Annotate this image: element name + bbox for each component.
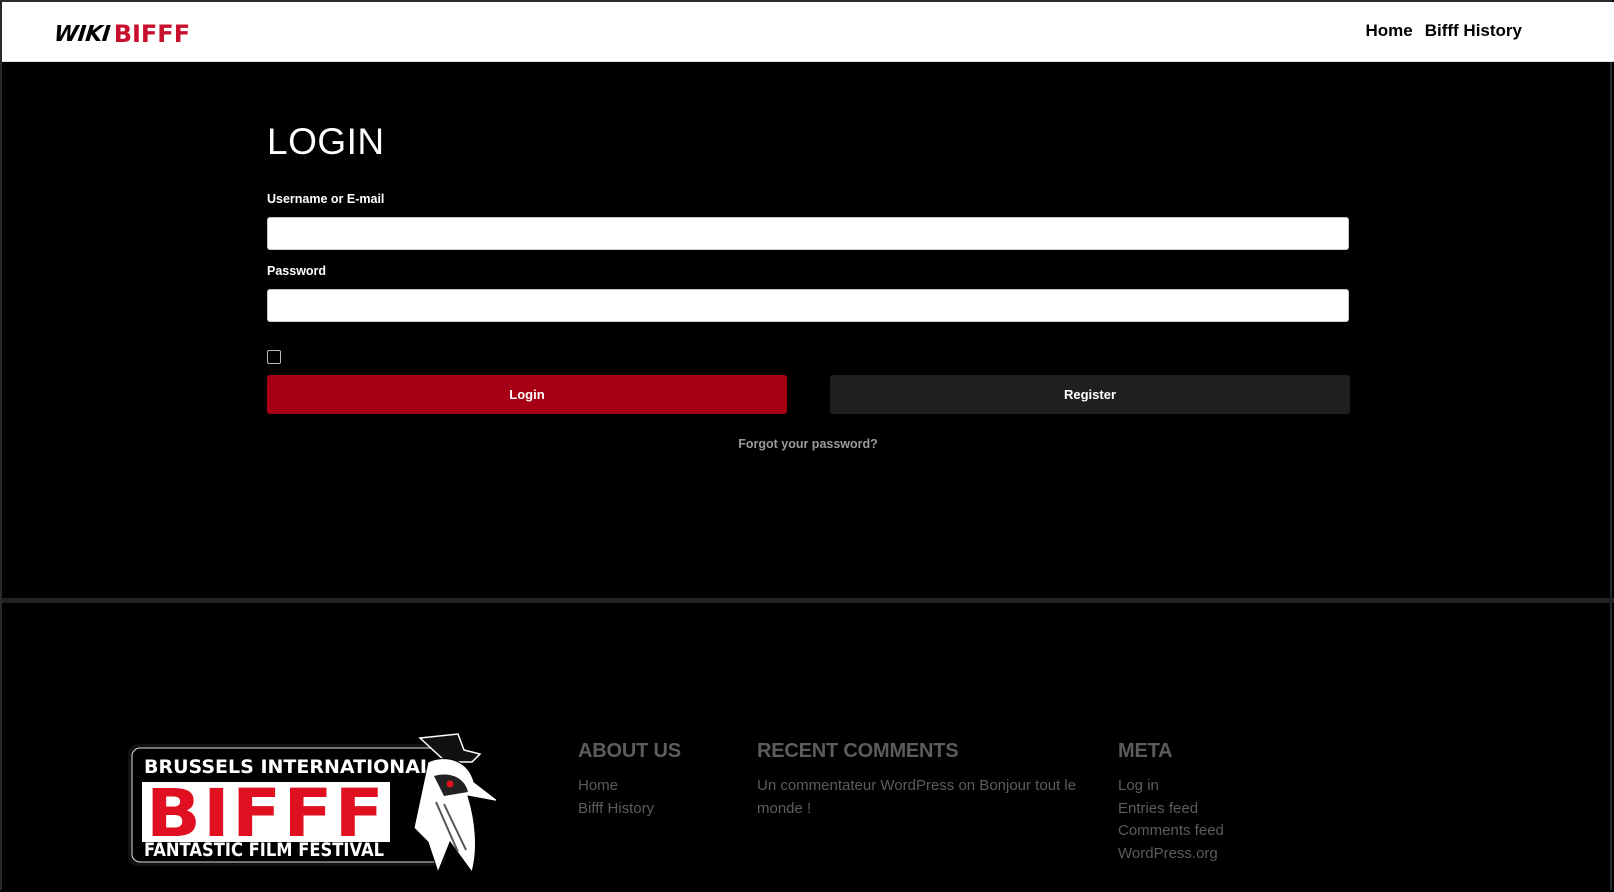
nav-home-link[interactable]: Home: [1365, 21, 1412, 41]
username-input[interactable]: [267, 217, 1349, 250]
svg-text:FANTASTIC FILM FESTIVAL: FANTASTIC FILM FESTIVAL: [144, 839, 384, 861]
site-logo[interactable]: WIKI BIFFF: [52, 20, 191, 48]
meta-wordpress-link[interactable]: WordPress.org: [1118, 843, 1224, 866]
meta-entries-feed-link[interactable]: Entries feed: [1118, 798, 1224, 821]
footer-about: ABOUT US Home Bifff History: [578, 740, 681, 820]
recent-comment-item[interactable]: Un commentateur WordPress on Bonjour tou…: [757, 775, 1079, 820]
password-label: Password: [267, 264, 327, 278]
footer-recent-comments: RECENT COMMENTS Un commentateur WordPres…: [757, 740, 1079, 820]
footer-meta: META Log in Entries feed Comments feed W…: [1118, 740, 1224, 865]
site-header: WIKI BIFFF Home Bifff History: [2, 2, 1614, 62]
remember-me-checkbox[interactable]: [267, 350, 281, 364]
register-button[interactable]: Register: [830, 375, 1350, 414]
footer-history-link[interactable]: Bifff History: [578, 798, 681, 821]
meta-login-link[interactable]: Log in: [1118, 775, 1224, 798]
username-label: Username or E-mail: [267, 192, 385, 206]
bifff-festival-logo: BRUSSELS INTERNATIONAL BIFFF FANTASTIC F…: [128, 733, 496, 874]
section-divider: [2, 598, 1614, 603]
password-input[interactable]: [267, 289, 1349, 322]
forgot-password-link[interactable]: Forgot your password?: [267, 437, 1349, 451]
page-title: LOGIN: [267, 121, 385, 162]
logo-brand-text: BIFFF: [113, 20, 191, 48]
logo-wiki-text: WIKI: [52, 21, 112, 47]
nav-history-link[interactable]: Bifff History: [1425, 21, 1522, 41]
login-form: LOGIN Username or E-mail Password Login …: [267, 120, 1350, 451]
footer-home-link[interactable]: Home: [578, 775, 681, 798]
meta-comments-feed-link[interactable]: Comments feed: [1118, 820, 1224, 843]
login-button[interactable]: Login: [267, 375, 787, 414]
recent-comments-title: RECENT COMMENTS: [757, 740, 959, 762]
main-nav: Home Bifff History: [1365, 21, 1522, 41]
meta-title: META: [1118, 740, 1173, 762]
about-title: ABOUT US: [578, 740, 681, 762]
